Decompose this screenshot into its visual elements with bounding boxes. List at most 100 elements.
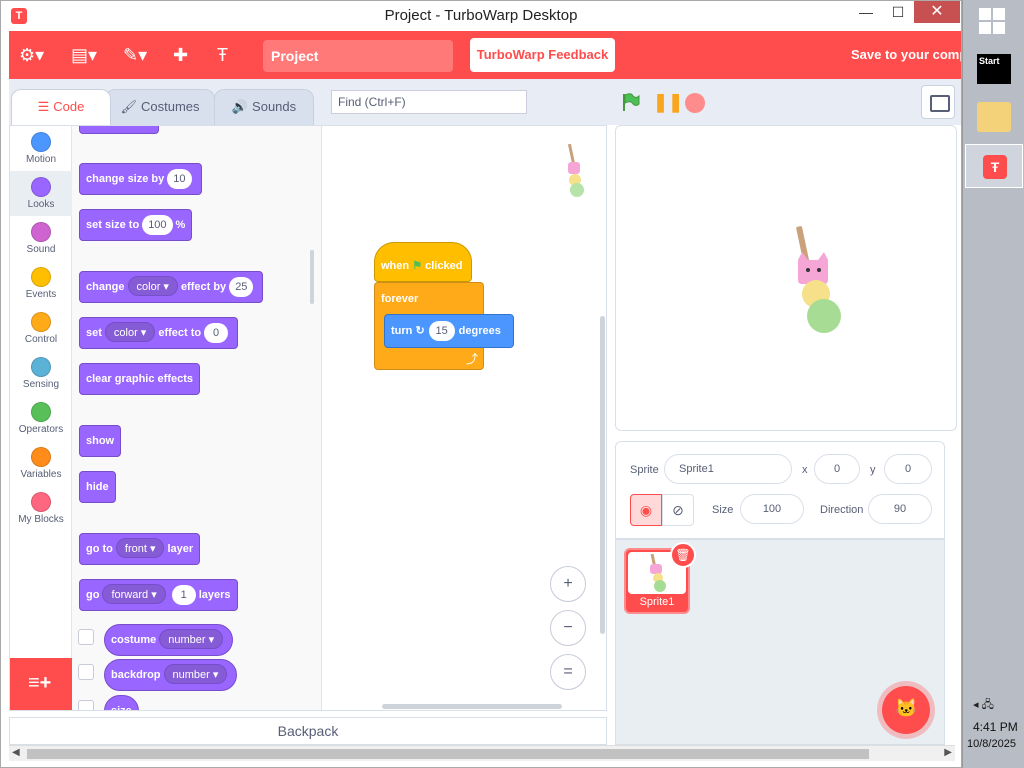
block-size-reporter[interactable]: size: [104, 695, 139, 710]
costume-monitor-checkbox[interactable]: [78, 629, 94, 645]
block-change-effect[interactable]: change color ▾ effect by 25: [79, 271, 264, 303]
project-title-input[interactable]: Project: [263, 40, 453, 72]
x-field[interactable]: 0: [814, 454, 860, 484]
gear-icon[interactable]: ⚙▾: [19, 45, 44, 65]
category-menu: Motion Looks Sound Events Control Sensing Oper…: [10, 126, 72, 710]
close-button[interactable]: ✕: [914, 1, 960, 23]
puzzle-icon[interactable]: ✚: [173, 45, 188, 65]
category-label: Operators: [18, 424, 64, 435]
zoom-reset-button[interactable]: =: [550, 654, 586, 690]
turbowarp-icon[interactable]: Ŧ: [217, 45, 228, 65]
file-icon[interactable]: ▤▾: [71, 45, 97, 65]
tab-sounds[interactable]: 🔊 Sounds: [214, 89, 314, 125]
sprite-name-field[interactable]: Sprite1: [664, 454, 792, 484]
block-hide[interactable]: hide: [79, 471, 116, 503]
block-input[interactable]: 25: [229, 277, 254, 297]
add-sprite-button[interactable]: [882, 686, 930, 734]
turn-block[interactable]: turn ↻ 15 degrees: [384, 314, 514, 348]
block-input[interactable]: 10: [167, 169, 192, 189]
block-clear-effects[interactable]: clear graphic effects: [79, 363, 200, 395]
category-my-blocks[interactable]: My Blocks: [10, 486, 72, 531]
tab-costumes[interactable]: 🖌 Costumes: [105, 89, 215, 125]
workspace-vertical-scrollbar[interactable]: [600, 316, 605, 634]
eye-slash-icon[interactable]: ⊘: [662, 494, 694, 526]
feedback-button[interactable]: TurboWarp Feedback: [470, 38, 615, 72]
sprite-on-stage[interactable]: [788, 226, 848, 336]
green-flag-icon[interactable]: [621, 92, 641, 112]
y-label: y: [870, 464, 876, 476]
dropdown-value: number: [168, 634, 206, 646]
backpack-bar[interactable]: Backpack: [9, 717, 607, 745]
add-extension-button[interactable]: [10, 658, 72, 710]
palette-block-partial[interactable]: [79, 126, 159, 134]
scroll-right-icon[interactable]: ▶: [944, 747, 952, 758]
eye-icon[interactable]: ◉: [630, 494, 662, 526]
backdrop-dropdown[interactable]: number ▾: [163, 664, 228, 684]
scrollbar-thumb[interactable]: [27, 749, 869, 759]
windows-logo-icon[interactable]: [979, 8, 1007, 36]
block-set-effect[interactable]: set color ▾ effect to 0: [79, 317, 239, 349]
turn-degrees-input[interactable]: 15: [428, 321, 455, 341]
script-workspace[interactable]: when ⚑ clicked forever turn ↻ 15 degrees ⤴…: [322, 126, 606, 710]
zoom-in-button[interactable]: +: [550, 566, 586, 602]
category-motion[interactable]: Motion: [10, 126, 72, 171]
maximize-button[interactable]: ☐: [883, 1, 913, 23]
pause-icon[interactable]: ❚❚: [653, 92, 683, 112]
category-label: Events: [25, 289, 57, 300]
block-input[interactable]: 0: [204, 323, 229, 343]
window-horizontal-scrollbar[interactable]: ◀ ▶: [9, 745, 955, 761]
category-label: Looks: [27, 199, 55, 210]
block-costume-reporter[interactable]: costume number ▾: [104, 624, 234, 656]
costume-dropdown[interactable]: number ▾: [159, 629, 224, 649]
workspace-horizontal-scrollbar[interactable]: [382, 704, 562, 709]
speaker-icon: 🔊: [231, 99, 249, 114]
category-variables[interactable]: Variables: [10, 441, 72, 486]
category-events[interactable]: Events: [10, 261, 72, 306]
when-flag-clicked-block[interactable]: when ⚑ clicked: [374, 242, 472, 282]
palette-scrollbar[interactable]: [310, 250, 314, 304]
effect-dropdown[interactable]: color ▾: [104, 322, 156, 342]
block-input[interactable]: 1: [171, 585, 196, 605]
tray-icons[interactable]: ◂ 🖧: [973, 696, 994, 715]
backdrop-monitor-checkbox[interactable]: [78, 664, 94, 680]
start-tile[interactable]: Start: [977, 54, 1011, 84]
minimize-button[interactable]: —: [851, 1, 881, 23]
category-operators[interactable]: Operators: [10, 396, 72, 441]
code-icon: ☰: [37, 99, 50, 114]
size-monitor-checkbox[interactable]: [78, 700, 94, 710]
block-set-size[interactable]: set size to 100%: [79, 209, 193, 241]
edit-icon[interactable]: ✎▾: [123, 45, 147, 65]
block-change-size[interactable]: change size by 10: [79, 163, 202, 195]
block-backdrop-reporter[interactable]: backdrop number ▾: [104, 659, 238, 691]
delete-sprite-button[interactable]: 🗑: [670, 542, 696, 568]
y-field[interactable]: 0: [884, 454, 932, 484]
size-field[interactable]: 100: [740, 494, 804, 524]
tab-code-label: Code: [53, 99, 85, 114]
save-to-computer-button[interactable]: Save to your computer: [851, 47, 961, 62]
file-explorer-icon[interactable]: [977, 102, 1011, 132]
direction-dropdown[interactable]: forward ▾: [102, 584, 166, 604]
zoom-out-button[interactable]: −: [550, 610, 586, 646]
scroll-left-icon[interactable]: ◀: [12, 747, 20, 758]
find-input[interactable]: Find (Ctrl+F): [331, 90, 527, 114]
block-go-to-layer[interactable]: go to front ▾ layer: [79, 533, 201, 565]
taskbar-turbowarp[interactable]: Ŧ: [965, 144, 1023, 188]
block-show[interactable]: show: [79, 425, 122, 457]
block-text: go to: [86, 543, 113, 555]
tab-code[interactable]: ☰ Code: [11, 89, 111, 125]
layer-dropdown[interactable]: front ▾: [115, 538, 165, 558]
category-sensing[interactable]: Sensing: [10, 351, 72, 396]
category-label: Control: [24, 334, 58, 345]
code-area: Motion Looks Sound Events Control Sensing Oper…: [9, 125, 607, 711]
tab-costumes-label: Costumes: [140, 99, 200, 114]
direction-field[interactable]: 90: [868, 494, 932, 524]
category-control[interactable]: Control: [10, 306, 72, 351]
category-sound[interactable]: Sound: [10, 216, 72, 261]
effect-dropdown[interactable]: color ▾: [127, 276, 178, 296]
block-input[interactable]: 100: [142, 215, 173, 235]
stage-layout-button[interactable]: [921, 85, 955, 119]
block-go-layers[interactable]: go forward ▾ 1 layers: [79, 579, 238, 611]
stage[interactable]: [615, 125, 957, 431]
stop-icon[interactable]: [685, 93, 705, 113]
category-looks[interactable]: Looks: [10, 171, 72, 216]
